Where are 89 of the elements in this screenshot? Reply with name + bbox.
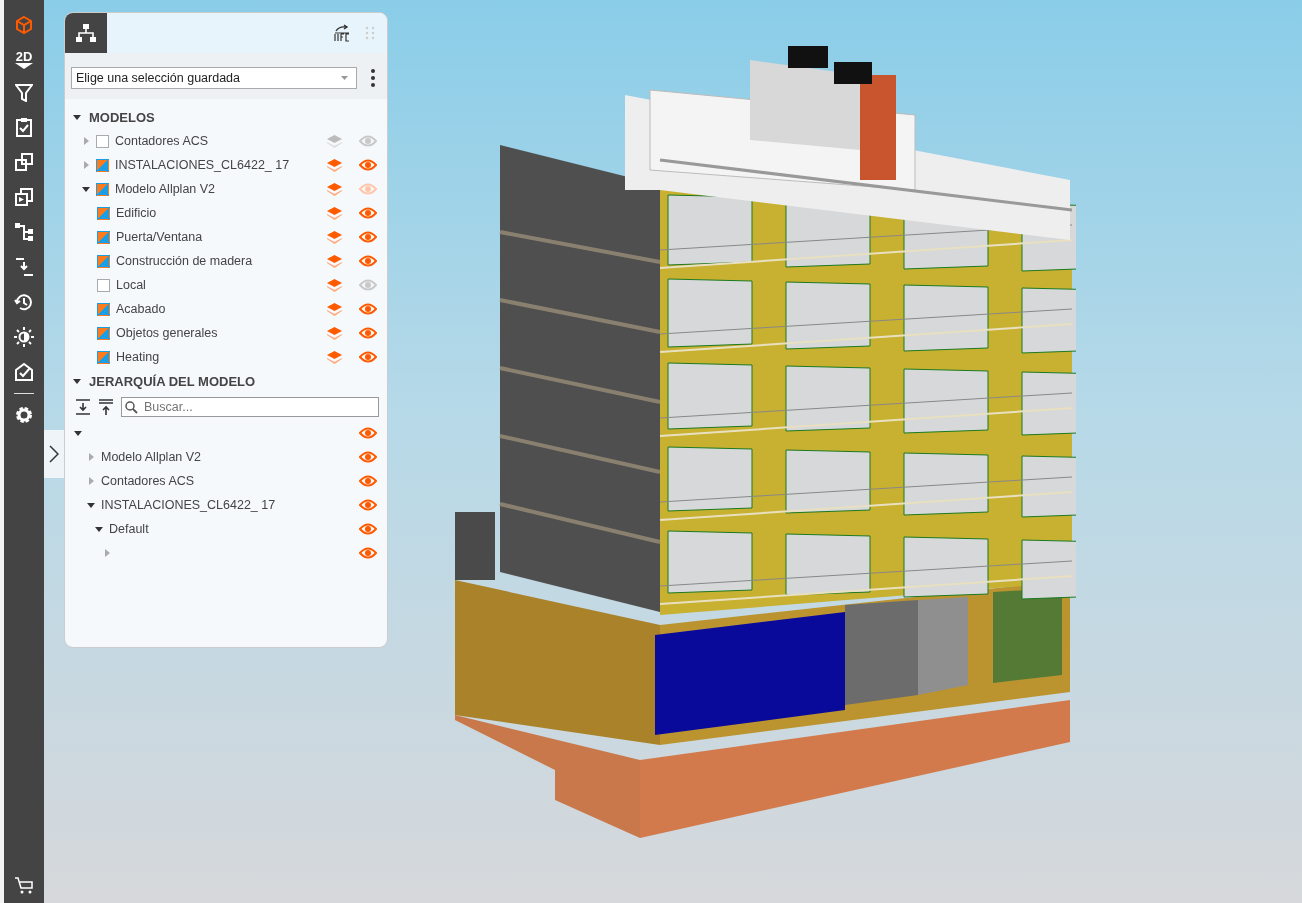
model-name[interactable]: INSTALACIONES_CL6422_ 17 bbox=[115, 158, 320, 172]
model-name[interactable]: Local bbox=[116, 278, 320, 292]
model-name[interactable]: Puerta/Ventana bbox=[116, 230, 320, 244]
expand-arrow-icon[interactable] bbox=[103, 549, 111, 557]
collapse-arrow-icon[interactable] bbox=[73, 377, 81, 385]
layers-icon[interactable] bbox=[326, 182, 343, 196]
filter-icon[interactable] bbox=[15, 84, 33, 102]
tree-structure-icon[interactable] bbox=[14, 222, 34, 242]
model-name[interactable]: Construcción de madera bbox=[116, 254, 320, 268]
eye-icon[interactable] bbox=[359, 135, 377, 147]
model-checkbox[interactable] bbox=[97, 302, 110, 316]
eye-icon[interactable] bbox=[359, 255, 377, 267]
collapse-arrow-icon[interactable] bbox=[95, 525, 103, 533]
ifc-export-icon[interactable] bbox=[333, 24, 351, 42]
collapse-icon[interactable] bbox=[14, 257, 34, 277]
model-name[interactable]: Acabado bbox=[116, 302, 320, 316]
layers-icon[interactable] bbox=[326, 134, 343, 148]
settings-icon[interactable] bbox=[14, 405, 34, 425]
layers-icon[interactable] bbox=[326, 278, 343, 292]
expand-arrow-icon[interactable] bbox=[82, 161, 90, 169]
expand-arrow-icon[interactable] bbox=[87, 453, 95, 461]
model-checkbox[interactable] bbox=[97, 230, 110, 244]
model-checkbox[interactable] bbox=[96, 158, 109, 172]
collapse-arrow-icon[interactable] bbox=[82, 185, 90, 193]
collapse-arrow-icon[interactable] bbox=[73, 113, 81, 121]
model-checkbox[interactable] bbox=[97, 326, 110, 340]
model-checkbox[interactable] bbox=[96, 182, 109, 196]
eye-icon[interactable] bbox=[359, 547, 377, 559]
clipboard-check-icon[interactable] bbox=[16, 117, 32, 137]
brightness-icon[interactable] bbox=[14, 327, 34, 347]
layers-icon[interactable] bbox=[326, 230, 343, 244]
model-name[interactable]: Modelo Allplan V2 bbox=[115, 182, 320, 196]
eye-icon[interactable] bbox=[359, 523, 377, 535]
tree-node-label[interactable]: Default bbox=[109, 522, 353, 536]
model-name[interactable]: Heating bbox=[116, 350, 320, 364]
drag-handle-icon[interactable] bbox=[365, 26, 375, 40]
tree-node-label[interactable]: Contadores ACS bbox=[101, 474, 353, 488]
caret-icon bbox=[15, 63, 33, 69]
eye-icon[interactable] bbox=[359, 303, 377, 315]
collapse-arrow-icon[interactable] bbox=[74, 429, 82, 437]
eye-icon[interactable] bbox=[359, 427, 377, 439]
history-icon[interactable] bbox=[14, 292, 34, 312]
eye-icon[interactable] bbox=[359, 499, 377, 511]
section-title[interactable]: MODELOS bbox=[89, 109, 155, 125]
collapse-arrow-icon[interactable] bbox=[87, 501, 95, 509]
saved-selection-dropdown[interactable]: Elige una selección guardada bbox=[71, 67, 357, 89]
layers-icon[interactable] bbox=[326, 326, 343, 340]
caret-icon bbox=[341, 76, 348, 80]
checklist-icon[interactable] bbox=[14, 362, 34, 382]
cube-icon[interactable] bbox=[14, 15, 34, 35]
eye-icon[interactable] bbox=[359, 159, 377, 171]
model-checkbox[interactable] bbox=[97, 350, 110, 364]
model-checkbox[interactable] bbox=[97, 278, 110, 292]
eye-icon[interactable] bbox=[359, 475, 377, 487]
search-field[interactable]: Buscar... bbox=[121, 397, 379, 417]
expand-panel-button[interactable] bbox=[44, 430, 64, 478]
tree-node-label[interactable]: INSTALACIONES_CL6422_ 17 bbox=[101, 498, 353, 512]
layers-icon[interactable] bbox=[326, 206, 343, 220]
section-title[interactable]: JERARQUÍA DEL MODELO bbox=[89, 373, 256, 389]
eye-icon[interactable] bbox=[359, 279, 377, 291]
expand-arrow-icon[interactable] bbox=[82, 137, 90, 145]
chevron-icon bbox=[49, 445, 59, 463]
model-name[interactable]: Contadores ACS bbox=[115, 134, 320, 148]
model-checkbox[interactable] bbox=[96, 134, 109, 148]
layers-icon[interactable] bbox=[326, 254, 343, 268]
more-options-icon[interactable] bbox=[371, 69, 375, 87]
eye-icon[interactable] bbox=[359, 207, 377, 219]
model-checkbox[interactable] bbox=[97, 206, 110, 220]
layers-icon[interactable] bbox=[326, 302, 343, 316]
eye-icon[interactable] bbox=[359, 351, 377, 363]
copy-icon[interactable] bbox=[14, 152, 34, 172]
expand-all-icon[interactable] bbox=[75, 399, 91, 415]
cart-icon[interactable] bbox=[14, 877, 34, 895]
hierarchy-icon bbox=[76, 24, 96, 42]
model-name[interactable]: Objetos generales bbox=[116, 326, 320, 340]
collapse-all-icon[interactable] bbox=[98, 399, 114, 415]
play-document-icon[interactable] bbox=[14, 187, 34, 207]
model-checkbox[interactable] bbox=[97, 254, 110, 268]
search-icon bbox=[125, 401, 138, 414]
eye-icon[interactable] bbox=[359, 451, 377, 463]
expand-arrow-icon[interactable] bbox=[87, 477, 95, 485]
tree-node-label[interactable]: Modelo Allplan V2 bbox=[101, 450, 353, 464]
layers-icon[interactable] bbox=[326, 350, 343, 364]
model-name[interactable]: Edificio bbox=[116, 206, 320, 220]
hierarchy-tab[interactable] bbox=[65, 13, 107, 53]
2d-view-button[interactable]: 2D bbox=[15, 50, 33, 69]
layers-icon[interactable] bbox=[326, 158, 343, 172]
eye-icon[interactable] bbox=[359, 231, 377, 243]
eye-icon[interactable] bbox=[359, 327, 377, 339]
